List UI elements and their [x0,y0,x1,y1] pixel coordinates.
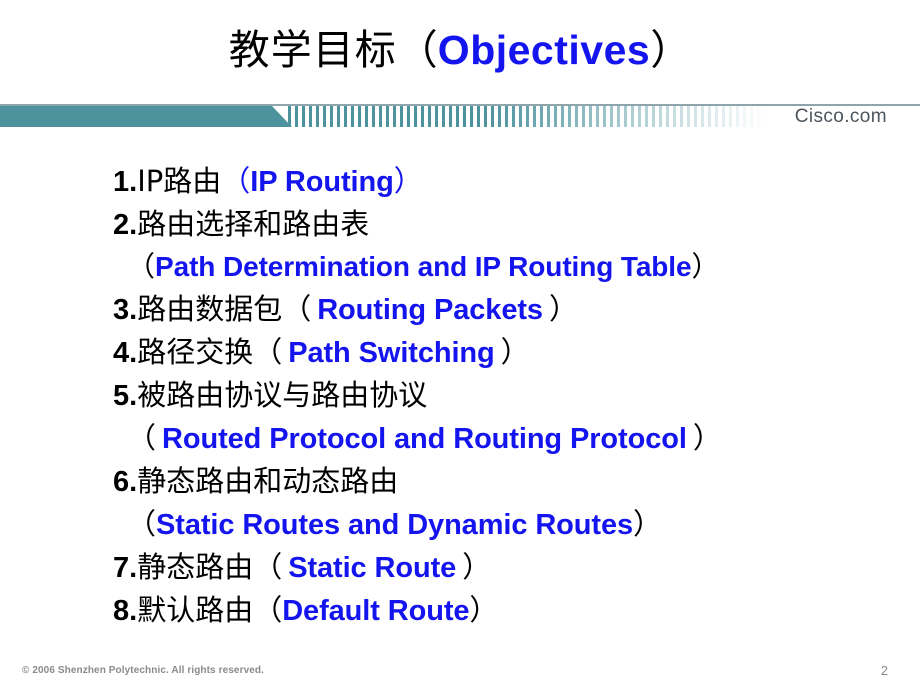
page-title: 教学目标（Objectives） [0,22,920,78]
bullet-english: Path Switching [288,337,495,369]
bullet-close-paren: ） [393,164,423,198]
bullet-line: 5.被路由协议与路由协议 [113,374,913,417]
copyright-notice: © 2006 Shenzhen Polytechnic. All rights … [22,665,264,676]
bullet-chinese: 被路由协议与路由协议 [137,378,428,412]
page-title-chinese: 教学目标 [228,26,397,74]
bullet-number: 5. [113,380,138,412]
bullet-open-paren: （ [127,250,156,283]
bullet-close-paren: ） [469,593,499,627]
bullet-close-paren: ） [691,250,720,283]
bullet-english: Routed Protocol and Routing Protocol [162,423,687,455]
bullet-number: 8. [113,595,138,627]
bullet-line-continuation: （Path Determination and IP Routing Table… [113,246,913,288]
bullet-chinese: IP路由 [137,164,222,198]
bullet-chinese: 路径交换 [137,335,254,369]
cisco-brand-label: Cisco.com [794,106,887,127]
list-item: 2.路由选择和路由表 （Path Determination and IP Ro… [113,203,913,288]
bullet-chinese: 路由选择和路由表 [137,207,370,241]
banner-solid-block [0,106,292,127]
bullet-chinese: 默认路由 [137,593,254,627]
page-number: 2 [880,663,888,678]
list-item: 7.静态路由（ Static Route） [113,546,913,589]
list-item: 1.IP路由（IP Routing） [113,160,913,203]
bullet-open-paren: （ [253,335,283,369]
bullet-line: 1.IP路由（IP Routing） [113,160,913,203]
bullet-number: 2. [113,209,138,241]
bullet-chinese: 静态路由 [137,550,254,584]
bullet-line: 8.默认路由（Default Route） [113,589,913,632]
bullet-line: 4.路径交换（ Path Switching） [113,331,913,374]
bullet-close-paren: ） [500,335,530,369]
list-item: 8.默认路由（Default Route） [113,589,913,632]
list-item: 6.静态路由和动态路由 （Static Routes and Dynamic R… [113,460,913,546]
bullet-open-paren: （ [282,292,312,326]
slide-canvas: 教学目标（Objectives） Cisco.com 1.IP路由（IP Rou… [0,0,920,690]
bullet-number: 6. [113,466,138,498]
bullet-number: 7. [113,552,138,584]
bullet-line: 7.静态路由（ Static Route） [113,546,913,589]
bullet-close-paren: ） [692,421,722,455]
page-title-open-paren: （ [396,26,438,74]
page-title-english: Objectives [437,27,651,73]
bullet-close-paren: ） [548,292,578,326]
page-title-close-paren: ） [650,26,692,74]
objectives-list: 1.IP路由（IP Routing） 2.路由选择和路由表 （Path Dete… [113,160,913,632]
bullet-chinese: 静态路由和动态路由 [137,464,399,498]
bullet-close-paren: ） [462,550,492,584]
bullet-number: 3. [113,294,138,326]
bullet-english: IP Routing [250,166,394,198]
bullet-open-paren: （ [253,593,283,627]
cisco-banner: Cisco.com [0,104,920,130]
bullet-open-paren: （ [253,550,283,584]
list-item: 5.被路由协议与路由协议 （Routed Protocol and Routin… [113,374,913,460]
bullet-close-paren: ） [633,507,663,541]
bullet-english: Static Route [288,552,457,584]
list-item: 4.路径交换（ Path Switching） [113,331,913,374]
bullet-line: 6.静态路由和动态路由 [113,460,913,503]
bullet-number: 1. [113,166,138,198]
bullet-line-continuation: （Static Routes and Dynamic Routes） [113,503,913,546]
bullet-open-paren: （ [127,507,157,541]
bullet-english: Path Determination and IP Routing Table [155,251,692,282]
list-item: 3.路由数据包（ Routing Packets） [113,288,913,331]
bullet-line-continuation: （Routed Protocol and Routing Protocol） [113,417,913,460]
bullet-open-paren: （ [127,421,157,455]
bullet-english: Static Routes and Dynamic Routes [156,509,634,541]
bullet-number: 4. [113,337,138,369]
bullet-line: 3.路由数据包（ Routing Packets） [113,288,913,331]
bullet-line: 2.路由选择和路由表 [113,203,913,246]
bullet-chinese: 路由数据包 [137,292,283,326]
banner-stripe-pattern [288,106,768,127]
bullet-english: Routing Packets [317,294,543,326]
bullet-open-paren: （ [221,164,251,198]
bullet-english: Default Route [282,595,470,627]
